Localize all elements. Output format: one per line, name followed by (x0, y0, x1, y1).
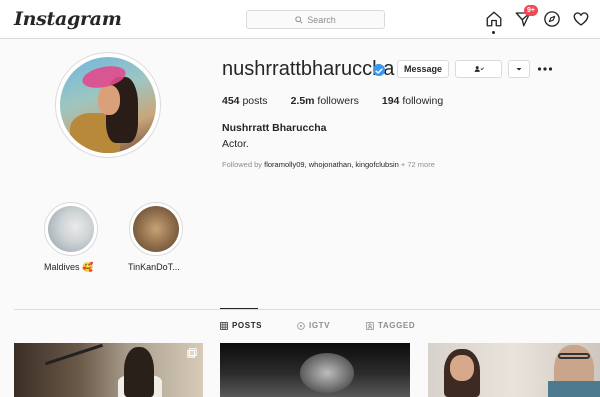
post-image-detail (450, 355, 474, 381)
tab-posts[interactable]: POSTS (220, 321, 262, 330)
followers-label: followers (317, 95, 359, 107)
profile-stats: 454 posts 2.5m followers 194 following (222, 95, 466, 107)
highlight-ring (44, 202, 98, 256)
story-highlight-tinkandot[interactable] (129, 202, 183, 256)
highlight-label: TinKanDoT... (128, 262, 180, 272)
followed-by-names[interactable]: floramolly09, whojonathan, kingofclubsin (264, 160, 399, 169)
direct-messages-icon[interactable]: 9+ (514, 5, 538, 28)
photo-face (98, 85, 120, 115)
following-label: following (402, 95, 444, 107)
post-thumbnail[interactable] (14, 343, 203, 397)
more-options-icon[interactable] (537, 63, 553, 75)
user-check-icon (474, 66, 484, 72)
posts-count: 454 (222, 95, 240, 107)
highlight-ring (129, 202, 183, 256)
verified-badge-icon (373, 64, 385, 76)
search-icon (295, 15, 303, 24)
tab-label: IGTV (309, 321, 331, 330)
tab-igtv[interactable]: IGTV (297, 321, 330, 330)
home-icon[interactable] (485, 10, 503, 34)
chevron-down-icon (516, 68, 522, 71)
profile-username: nushrrattbharuccha (222, 58, 395, 80)
followers-count: 2.5m (290, 95, 315, 107)
nav-icons: 9+ (485, 5, 590, 34)
tab-tagged[interactable]: TAGGED (366, 321, 415, 330)
followers-stat[interactable]: 2.5m followers (291, 95, 359, 107)
followed-by-more[interactable]: + 72 more (401, 160, 435, 169)
post-image-detail (558, 353, 590, 359)
post-image-detail (548, 381, 600, 397)
explore-compass-icon[interactable] (543, 10, 561, 28)
top-navigation-bar: Instagram Search 9+ (0, 0, 600, 39)
message-button[interactable]: Message (397, 60, 449, 78)
tab-label: POSTS (232, 321, 263, 330)
search-input[interactable]: Search (246, 10, 385, 29)
activity-heart-icon[interactable] (572, 10, 590, 28)
post-thumbnail[interactable] (220, 343, 410, 397)
active-indicator (492, 31, 495, 34)
profile-avatar[interactable] (55, 52, 161, 158)
followed-by-text[interactable]: Followed by floramolly09, whojonathan, k… (222, 160, 435, 169)
post-thumbnail[interactable] (428, 343, 600, 397)
posts-label: posts (242, 95, 268, 107)
highlight-label: Maldives 🥰 (44, 262, 94, 272)
story-highlight-maldives[interactable] (44, 202, 98, 256)
following-count: 194 (381, 95, 400, 107)
profile-photo (60, 57, 156, 153)
following-button[interactable] (455, 60, 502, 78)
active-tab-indicator (220, 308, 258, 309)
tagged-user-icon (366, 321, 374, 330)
suggestions-dropdown-button[interactable] (508, 60, 530, 78)
carousel-icon (187, 348, 197, 358)
instagram-logo[interactable]: Instagram (14, 8, 122, 30)
post-image-detail (124, 347, 154, 397)
notification-badge: 9+ (524, 5, 538, 16)
igtv-icon (297, 321, 305, 330)
tabs-divider (14, 309, 600, 310)
highlight-cover (48, 206, 94, 252)
post-image-detail (300, 353, 354, 393)
posts-stat: 454 posts (222, 95, 268, 107)
search-placeholder: Search (307, 14, 336, 25)
profile-full-name: Nushrratt Bharuccha (222, 122, 327, 134)
following-stat[interactable]: 194 following (382, 95, 443, 107)
grid-icon (220, 321, 228, 330)
tab-label: TAGGED (378, 321, 416, 330)
highlight-cover (133, 206, 179, 252)
followed-by-prefix: Followed by (222, 160, 263, 169)
post-image-detail (45, 343, 103, 366)
profile-bio: Actor. (222, 138, 249, 150)
